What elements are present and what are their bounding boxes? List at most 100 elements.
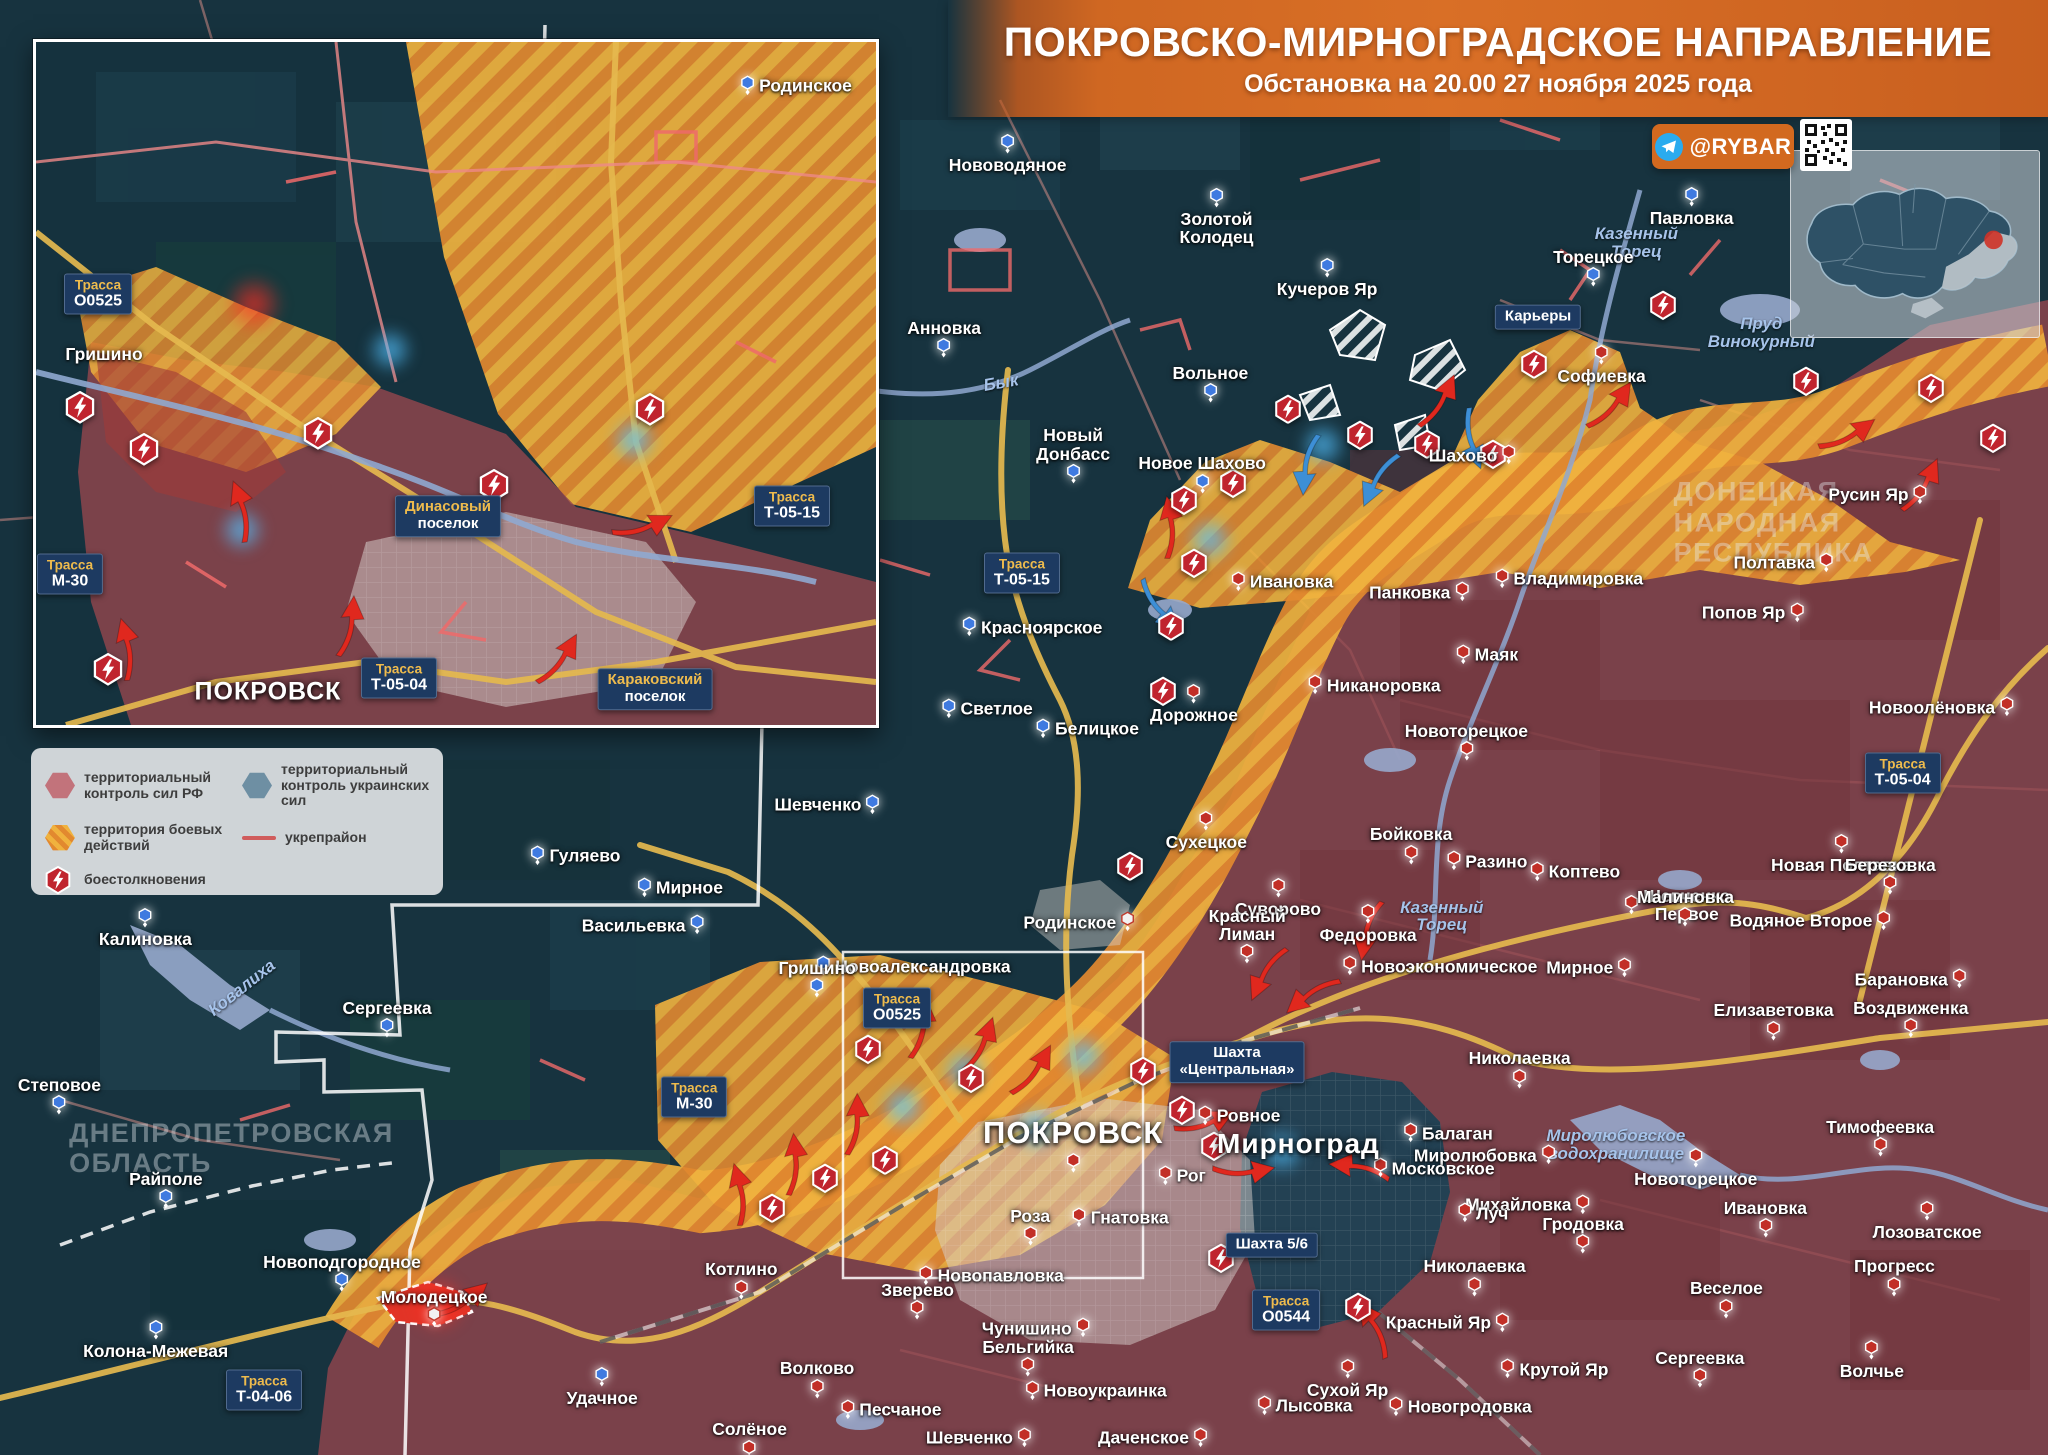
town-label: Новоэкономическое — [1342, 956, 1537, 977]
settlement-pin-icon — [1678, 907, 1693, 928]
town-label: Чунишино — [982, 1318, 1091, 1339]
town-name: Гришино — [65, 345, 142, 363]
page-title: ПОКРОВСКО-МИРНОГРАДСКОЕ НАПРАВЛЕНИЕ — [1004, 19, 1993, 66]
map-canvas: ДОНЕЦКАЯНАРОДНАЯРЕСПУБЛИКАДНЕПРОПЕТРОВСК… — [0, 0, 2048, 1455]
poi-badge: Караковскийпоселок — [598, 668, 713, 710]
town-label: Красный Яр — [1386, 1312, 1510, 1333]
town-name: Владимировка — [1513, 570, 1643, 588]
town-label: Лысовка — [1257, 1395, 1353, 1416]
settlement-pin-icon — [595, 1367, 610, 1388]
settlement-pin-icon — [1766, 1021, 1781, 1042]
town-label: Шахово — [1429, 445, 1517, 466]
town-label: Ивановка — [1231, 572, 1333, 593]
town-label: Веселое — [1690, 1279, 1763, 1319]
town-name: Шахово — [1429, 446, 1498, 464]
qr-code[interactable] — [1800, 119, 1852, 171]
town-name: Родинское — [759, 77, 852, 95]
town-label: Светлое — [941, 698, 1032, 719]
town-name: Дорожное — [1150, 706, 1238, 724]
town-name: Новоукраинка — [1044, 1382, 1167, 1400]
town-name: Воздвиженка — [1853, 998, 1968, 1016]
settlement-pin-icon — [1903, 1018, 1918, 1039]
town-name: Мирное — [656, 878, 723, 896]
town-label: Балаган — [1403, 1123, 1493, 1144]
town-label: Гнатовка — [1072, 1207, 1169, 1228]
town-name: Новоторецкое — [1634, 1170, 1757, 1188]
town-label: Рог — [1158, 1165, 1206, 1186]
town-name: Мирное — [1546, 958, 1613, 976]
town-label: Новопавловка — [919, 1266, 1064, 1287]
legend-item: укрепрайон — [242, 822, 435, 853]
town-name: ЗолотойКолодец — [1180, 210, 1254, 246]
town-name: Волчье — [1840, 1362, 1904, 1380]
town-label: Роза — [1010, 1206, 1050, 1246]
town-label: Солёное — [712, 1420, 787, 1455]
legend-label: боестолкновения — [84, 872, 206, 888]
legend-swatch-rf — [45, 772, 75, 799]
town-label: Сергеевка — [343, 998, 432, 1038]
settlement-pin-icon — [810, 978, 825, 999]
city-label: Мирноград — [1217, 1128, 1380, 1160]
settlement-pin-icon — [1066, 464, 1081, 485]
rybar-handle: @RYBAR — [1690, 134, 1792, 160]
town-name: Светлое — [960, 699, 1032, 717]
town-name: Веселое — [1690, 1279, 1763, 1297]
town-label: Молодецкое — [381, 1288, 488, 1328]
settlement-pin-icon — [1203, 383, 1218, 404]
settlement-pin-icon — [1913, 484, 1928, 505]
settlement-pin-icon — [1594, 345, 1609, 366]
town-label: Бойковка — [1370, 825, 1453, 865]
town-name: Бельгийка — [982, 1337, 1073, 1355]
town-label: Новое Шахово — [1138, 454, 1266, 494]
town-label: Мирное — [1546, 957, 1632, 978]
river-label: Бык — [983, 371, 1021, 395]
town-label: Прогресс — [1854, 1257, 1935, 1297]
settlement-pin-icon — [158, 1189, 173, 1210]
settlement-pin-icon — [1512, 1069, 1527, 1090]
town-name: Калиновка — [99, 930, 192, 948]
town-label: Кучеров Яр — [1277, 258, 1378, 298]
town-name: Прогресс — [1854, 1257, 1935, 1275]
town-name: Красный Яр — [1386, 1314, 1491, 1332]
settlement-pin-icon — [1199, 811, 1214, 832]
settlement-pin-icon — [1193, 1427, 1208, 1448]
rybar-telegram-badge[interactable]: @RYBAR — [1652, 124, 1794, 169]
settlement-pin-icon — [1873, 1137, 1888, 1158]
town-name: Маяк — [1475, 646, 1519, 664]
town-name: Красноярское — [981, 618, 1102, 636]
town-name: Сергеевка — [343, 998, 432, 1016]
settlement-pin-icon — [1494, 569, 1509, 590]
settlement-pin-icon — [1361, 904, 1376, 925]
town-name: Сергеевка — [1655, 1349, 1744, 1367]
town-name: Березовка — [1845, 856, 1936, 874]
legend: территориальный контроль сил РФтерритори… — [31, 748, 443, 895]
settlement-pin-icon — [1688, 1148, 1703, 1169]
road-badge: ТрассаТ-05-15 — [984, 553, 1060, 594]
settlement-pin-icon — [335, 1272, 350, 1293]
town-name: Кучеров Яр — [1277, 280, 1378, 298]
settlement-pin-icon — [1340, 1359, 1355, 1380]
town-name: Волково — [780, 1359, 854, 1377]
town-label: КрасныйЛиман — [1209, 906, 1286, 964]
settlement-pin-icon — [1403, 1123, 1418, 1144]
town-name: Колона-Межевая — [83, 1342, 228, 1360]
settlement-pin-icon — [910, 1300, 925, 1321]
town-name: Гуляево — [549, 846, 620, 864]
settlement-pin-icon — [1541, 1145, 1556, 1166]
town-name: Новоэкономическое — [1361, 957, 1537, 975]
legend-label: укрепрайон — [285, 830, 367, 846]
town-name: Николаевка — [1424, 1257, 1526, 1275]
town-label: Дорожное — [1150, 684, 1238, 724]
town-name: Удачное — [566, 1389, 637, 1407]
road-badge: ТрассаО0525 — [64, 273, 132, 314]
settlement-pin-icon — [1586, 267, 1601, 288]
town-label: Волково — [780, 1359, 854, 1399]
town-name: Торецкое — [1553, 248, 1633, 266]
legend-item: территория боевых действий — [45, 822, 238, 853]
town-label: Никаноровка — [1308, 675, 1441, 696]
town-name: Коптево — [1549, 862, 1620, 880]
settlement-pin-icon — [1120, 912, 1135, 933]
settlement-pin-icon — [1023, 1226, 1038, 1247]
town-label: Котлино — [705, 1260, 777, 1300]
town-name: Ивановка — [1250, 573, 1333, 591]
